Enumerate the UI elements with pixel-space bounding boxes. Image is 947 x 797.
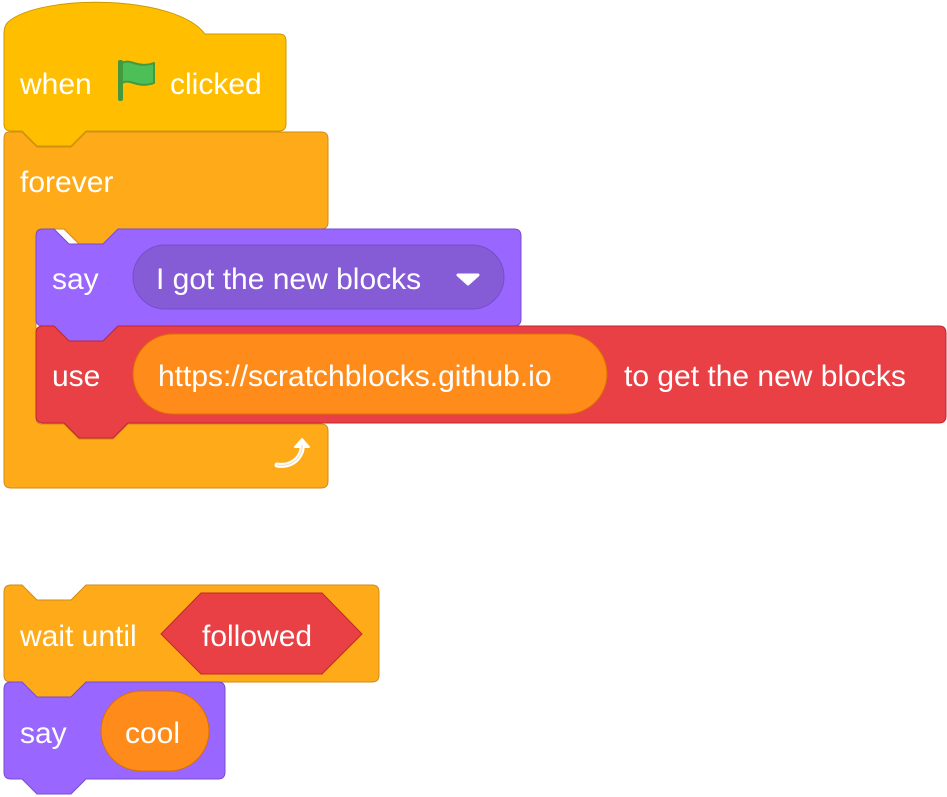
say-label: say xyxy=(52,263,99,296)
when-flag-clicked-block[interactable]: when clicked xyxy=(3,1,287,147)
wait-until-label: wait until xyxy=(19,620,137,653)
say-message-text: I got the new blocks xyxy=(156,263,421,296)
wait-until-block[interactable]: wait until followed xyxy=(3,584,380,698)
url-text: https://scratchblocks.github.io xyxy=(158,360,552,393)
use-url-block[interactable]: use https://scratchblocks.github.io to g… xyxy=(35,325,947,439)
hat-clicked-label: clicked xyxy=(170,68,262,101)
followed-text: followed xyxy=(202,620,312,653)
hat-when-label: when xyxy=(19,68,92,101)
say-cool-block[interactable]: say cool xyxy=(3,681,226,795)
say-block[interactable]: say I got the new blocks xyxy=(35,228,522,342)
forever-label: forever xyxy=(20,166,113,199)
script-stack-1[interactable]: forever when clicked say I got the new b… xyxy=(3,1,947,489)
script-canvas: forever when clicked say I got the new b… xyxy=(3,1,947,795)
url-input[interactable]: https://scratchblocks.github.io xyxy=(132,333,608,415)
cool-text: cool xyxy=(125,717,180,750)
say-cool-label: say xyxy=(20,717,67,750)
followed-condition[interactable]: followed xyxy=(160,592,363,675)
script-stack-2[interactable]: wait until followed say cool xyxy=(3,584,380,795)
say-message-dropdown[interactable]: I got the new blocks xyxy=(132,244,505,310)
use-label: use xyxy=(52,360,100,393)
use-suffix-label: to get the new blocks xyxy=(624,360,906,393)
cool-input[interactable]: cool xyxy=(100,690,210,772)
